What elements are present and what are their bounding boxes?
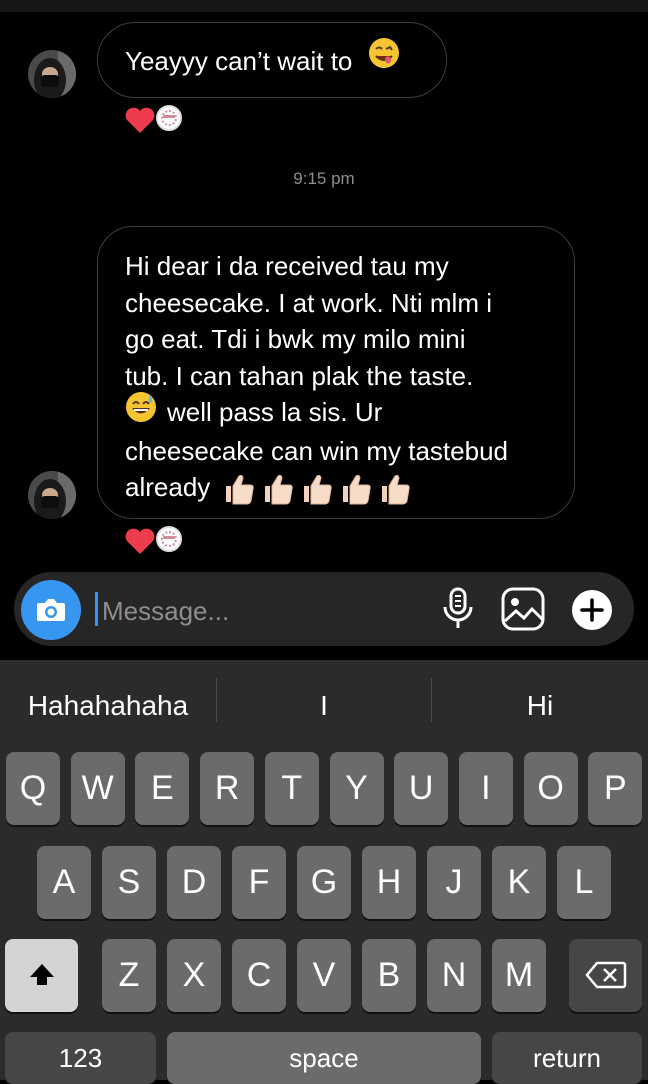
return-key[interactable]: return	[492, 1032, 642, 1084]
thumbs-up-icon	[342, 474, 371, 505]
key-t[interactable]: T	[264, 752, 319, 825]
key-f[interactable]: F	[232, 846, 286, 919]
key-j[interactable]: J	[427, 846, 481, 919]
key-b[interactable]: B	[362, 939, 416, 1012]
message-line: cheesecake. I at work. Nti mlm i	[125, 287, 492, 318]
thumbs-up-icon	[264, 474, 293, 505]
key-d[interactable]: D	[167, 846, 221, 919]
key-m[interactable]: M	[492, 939, 546, 1012]
key-p[interactable]: P	[588, 752, 643, 825]
face-savoring-food-icon	[368, 22, 400, 98]
timestamp: 9:15 pm	[293, 169, 355, 188]
reactor-avatar	[156, 526, 182, 552]
shift-key[interactable]	[5, 939, 78, 1012]
reaction-bar[interactable]	[124, 526, 194, 556]
message-input[interactable]	[100, 592, 404, 630]
message-composer	[14, 572, 634, 646]
grinning-sweat-face-icon	[125, 391, 157, 433]
camera-button[interactable]	[21, 580, 81, 640]
top-bar	[0, 0, 648, 12]
key-x[interactable]: X	[167, 939, 221, 1012]
key-h[interactable]: H	[362, 846, 416, 919]
thumbs-up-icon	[303, 474, 332, 505]
key-l[interactable]: L	[557, 846, 611, 919]
delete-key[interactable]	[569, 939, 642, 1012]
suggestion[interactable]: Hahahahaha	[0, 660, 216, 746]
message-text: Yeayyy can’t wait to	[125, 46, 353, 76]
message-bubble[interactable]: Hi dear i da received tau my cheesecake.…	[97, 226, 575, 519]
key-r[interactable]: R	[200, 752, 255, 825]
backspace-icon	[584, 961, 626, 989]
camera-icon	[37, 599, 65, 621]
message-line: tub. I can tahan plak the taste.	[125, 360, 474, 391]
message-line: go eat. Tdi i bwk my milo mini	[125, 324, 466, 354]
key-a[interactable]: A	[37, 846, 91, 919]
key-o[interactable]: O	[523, 752, 578, 825]
message-line: already	[125, 472, 211, 503]
numbers-key[interactable]: 123	[5, 1032, 156, 1084]
shift-icon	[29, 964, 54, 985]
key-v[interactable]: V	[297, 939, 351, 1012]
key-z[interactable]: Z	[102, 939, 156, 1012]
message-bubble[interactable]: Yeayyy can’t wait to	[97, 22, 447, 98]
heart-icon	[125, 107, 155, 133]
thumbs-up-icon	[381, 474, 410, 505]
avatar[interactable]	[28, 50, 76, 98]
message-line: cheesecake can win my tastebud	[125, 435, 508, 466]
gallery-icon[interactable]	[500, 586, 546, 632]
key-w[interactable]: W	[70, 752, 125, 825]
heart-icon	[125, 528, 155, 554]
key-q[interactable]: Q	[6, 752, 60, 825]
key-s[interactable]: S	[102, 846, 156, 919]
thumbs-up-icon	[225, 474, 254, 505]
key-u[interactable]: U	[394, 752, 449, 825]
reactor-avatar	[156, 105, 182, 131]
space-key[interactable]: space	[167, 1032, 481, 1084]
key-n[interactable]: N	[427, 939, 481, 1012]
thumbs-up-icons	[222, 467, 417, 505]
avatar[interactable]	[28, 471, 76, 519]
key-i[interactable]: I	[458, 752, 513, 825]
microphone-icon[interactable]	[438, 586, 478, 632]
key-k[interactable]: K	[492, 846, 546, 919]
key-c[interactable]: C	[232, 939, 286, 1012]
key-y[interactable]: Y	[329, 752, 384, 825]
message-line: Hi dear i da received tau my	[125, 251, 449, 281]
plus-icon[interactable]	[570, 588, 614, 632]
keyboard: Hahahahaha I Hi QWERTYUIOPASDFGHJKLZXCVB…	[0, 660, 648, 1084]
text-cursor	[95, 592, 98, 626]
suggestion[interactable]: Hi	[432, 660, 648, 746]
key-g[interactable]: G	[297, 846, 351, 919]
key-e[interactable]: E	[135, 752, 190, 825]
suggestion[interactable]: I	[217, 660, 431, 746]
message-line: well pass la sis. Ur	[167, 397, 383, 427]
reaction-bar[interactable]	[124, 105, 194, 135]
